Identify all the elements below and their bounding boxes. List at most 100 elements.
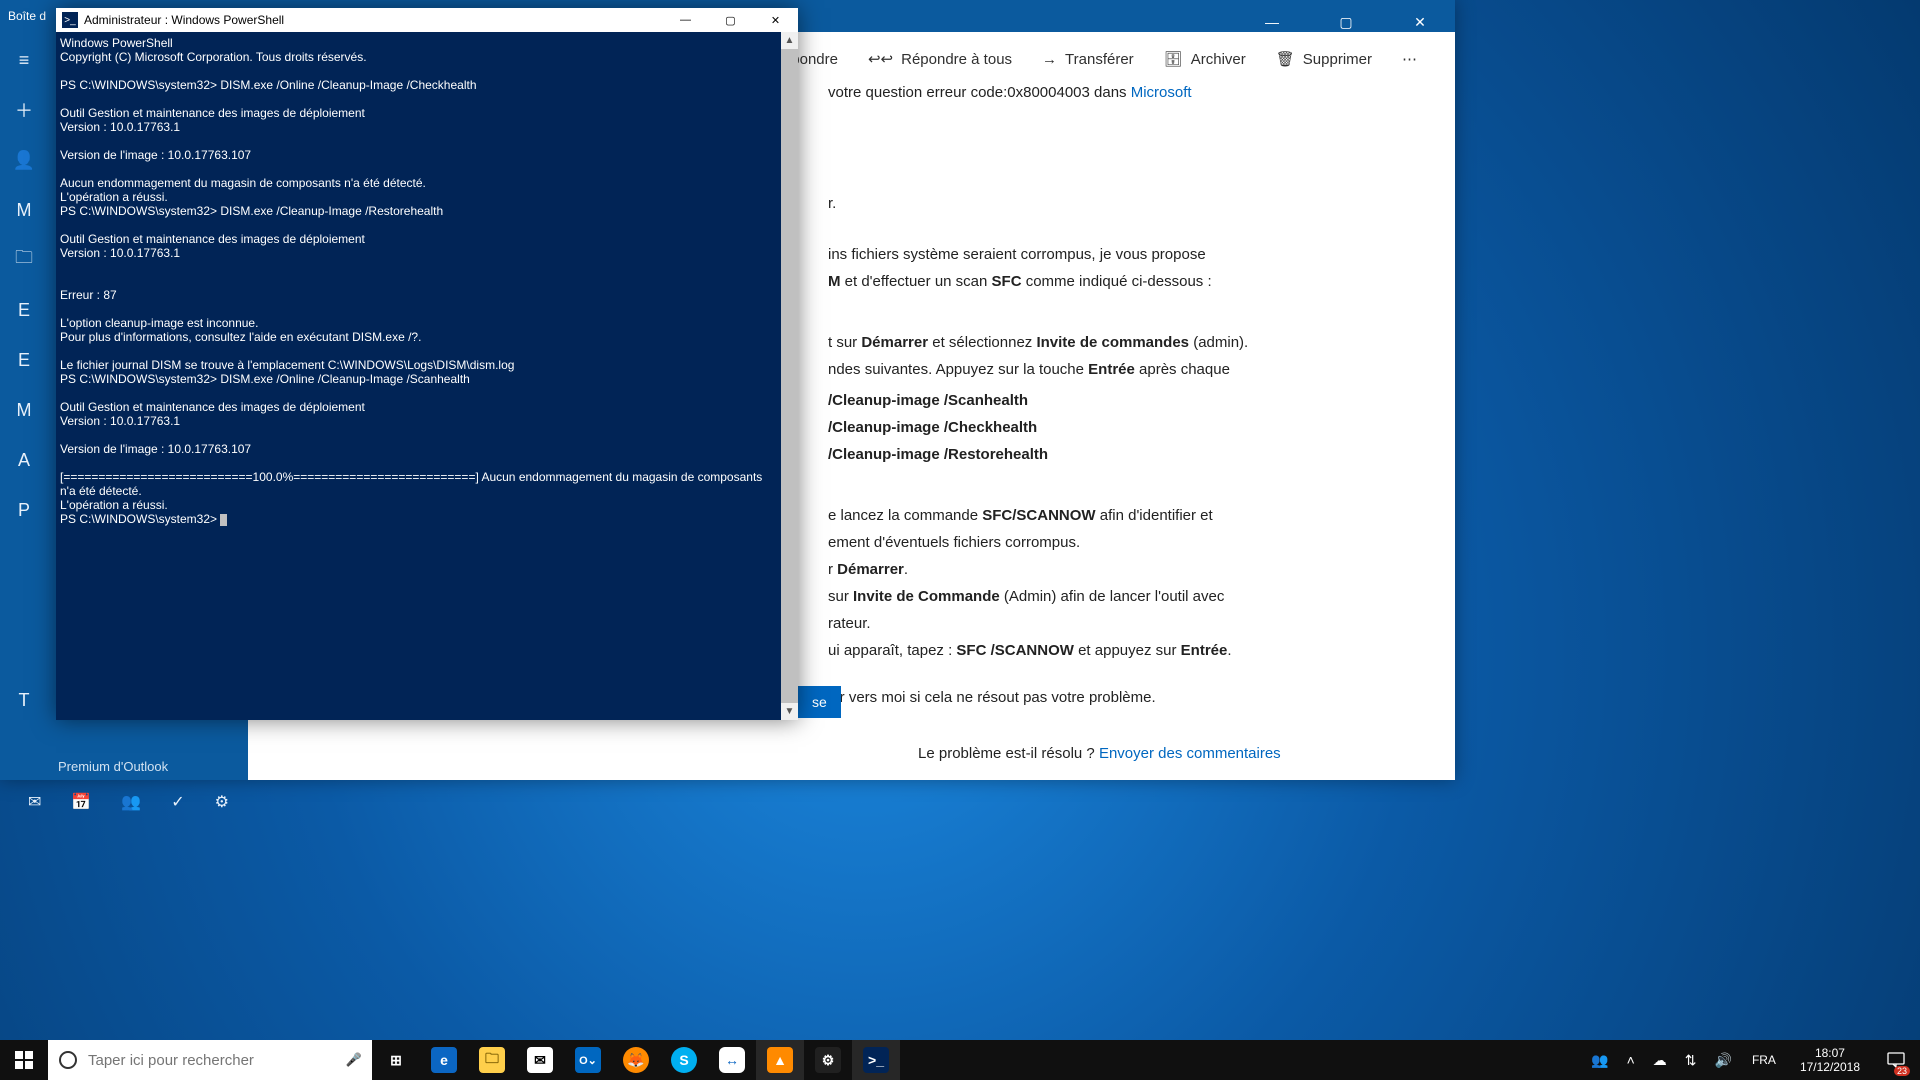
vlc-button[interactable]: ▲ xyxy=(756,1040,804,1080)
ps-close-button[interactable]: ✕ xyxy=(753,8,798,32)
ps-minimize-button[interactable]: — xyxy=(663,8,708,32)
account-icon[interactable]: 👤 xyxy=(4,146,44,174)
reply-all-button[interactable]: ↩↩ Répondre à tous xyxy=(868,50,1012,68)
text: t sur Démarrer et sélectionnez Invite de… xyxy=(828,332,1425,353)
send-feedback-link[interactable]: Envoyer des commentaires xyxy=(1099,745,1281,762)
text: et appuyez sur xyxy=(1074,642,1181,659)
powershell-titlebar[interactable]: >_ Administrateur : Windows PowerShell —… xyxy=(56,8,798,32)
rail-letter[interactable]: A xyxy=(4,446,44,474)
reply-all-label: Répondre à tous xyxy=(901,51,1012,68)
tray-overflow-icon[interactable]: ˄ xyxy=(1623,1052,1639,1068)
settings-button[interactable]: ⚙ xyxy=(804,1040,852,1080)
delete-button[interactable]: 🗑Supprimer xyxy=(1276,50,1372,68)
more-button[interactable]: ⋯ xyxy=(1402,50,1417,68)
text: Démarrer xyxy=(837,561,904,578)
edge-button[interactable]: e xyxy=(420,1040,468,1080)
explorer-button[interactable]: 🗀 xyxy=(468,1040,516,1080)
settings-icon[interactable]: ⚙ xyxy=(215,792,229,812)
text: ement d'éventuels fichiers corrompus. xyxy=(828,532,1425,553)
text: après chaque xyxy=(1135,361,1230,378)
vlc-icon: ▲ xyxy=(767,1047,793,1073)
powershell-icon: >_ xyxy=(62,12,78,28)
text: r. xyxy=(828,193,1425,214)
text: (admin). xyxy=(1189,334,1248,351)
folder-icon[interactable]: 🗀 xyxy=(4,246,44,274)
search-box[interactable]: 🎤 xyxy=(48,1040,372,1080)
search-input[interactable] xyxy=(88,1040,336,1080)
explorer-icon: 🗀 xyxy=(479,1047,505,1073)
archive-button[interactable]: 🗄 Archiver xyxy=(1164,50,1246,68)
task-view-button[interactable]: ⊞ xyxy=(372,1040,420,1080)
text: se xyxy=(812,694,827,710)
forward-button[interactable]: →Transférer xyxy=(1042,51,1134,68)
text: afin d'identifier et xyxy=(1096,507,1213,524)
gear-icon: ⚙ xyxy=(815,1047,841,1073)
premium-link[interactable]: Premium d'Outlook xyxy=(58,759,168,774)
menu-icon[interactable]: ≡ xyxy=(4,46,44,74)
rail-letter[interactable]: E xyxy=(4,296,44,324)
vertical-scrollbar[interactable]: ▲ ▼ xyxy=(781,32,798,720)
mic-icon[interactable]: 🎤 xyxy=(336,1052,372,1068)
text: /Cleanup-image /Checkhealth xyxy=(828,417,1425,438)
terminal-output[interactable]: Windows PowerShell Copyright (C) Microso… xyxy=(56,32,781,720)
onedrive-icon[interactable]: ☁ xyxy=(1649,1052,1671,1069)
scroll-down-button[interactable]: ▼ xyxy=(781,703,798,720)
text: ui apparaît, tapez : SFC /SCANNOW et app… xyxy=(828,640,1425,661)
terminal-wrap: Windows PowerShell Copyright (C) Microso… xyxy=(56,32,798,720)
firefox-button[interactable]: 🦊 xyxy=(612,1040,660,1080)
text: sur Invite de Commande (Admin) afin de l… xyxy=(828,586,1425,607)
outlook-icon: O⌄ xyxy=(575,1047,601,1073)
rail-letter[interactable]: M xyxy=(4,196,44,224)
teamviewer-icon: ↔ xyxy=(719,1047,745,1073)
mail-button[interactable]: ✉ xyxy=(516,1040,564,1080)
taskbar-apps: ⊞ e 🗀 ✉ O⌄ 🦊 S ↔ ▲ ⚙ >_ xyxy=(372,1040,900,1080)
powershell-button[interactable]: >_ xyxy=(852,1040,900,1080)
text: /Cleanup-image /Checkhealth xyxy=(828,419,1037,436)
language-indicator[interactable]: FRA xyxy=(1746,1053,1782,1067)
teamviewer-button[interactable]: ↔ xyxy=(708,1040,756,1080)
people-tray-icon[interactable]: 👥 xyxy=(1587,1052,1612,1069)
compose-button[interactable]: ＋ xyxy=(4,96,44,124)
dism-cmd-list: /Cleanup-image /Scanhealth /Cleanup-imag… xyxy=(828,390,1425,465)
archive-icon: 🗄 xyxy=(1164,50,1183,68)
microsoft-link[interactable]: Microsoft xyxy=(1131,84,1192,101)
scroll-thumb[interactable] xyxy=(781,49,798,703)
cortana-icon[interactable] xyxy=(48,1051,88,1069)
network-icon[interactable]: ⇅ xyxy=(1681,1052,1701,1069)
text: M xyxy=(828,273,841,290)
scroll-up-button[interactable]: ▲ xyxy=(781,32,798,49)
text: ui apparaît, tapez : xyxy=(828,642,956,659)
task-view-icon: ⊞ xyxy=(383,1047,409,1073)
start-button[interactable] xyxy=(0,1040,48,1080)
ps-maximize-button[interactable]: ▢ xyxy=(708,8,753,32)
system-tray: 👥 ˄ ☁ ⇅ 🔊 FRA 18:07 17/12/2018 23 xyxy=(1587,1040,1920,1080)
mail-rail: ≡ ＋ 👤 M 🗀 E E M A P T xyxy=(0,32,48,780)
reply-all-icon: ↩↩ xyxy=(868,50,893,68)
more-icon: ⋯ xyxy=(1402,50,1417,68)
archive-label: Archiver xyxy=(1191,51,1246,68)
people-icon[interactable]: 👥 xyxy=(121,792,141,812)
rail-letter[interactable]: P xyxy=(4,496,44,524)
todo-icon[interactable]: ✓ xyxy=(171,792,184,812)
outlook-button[interactable]: O⌄ xyxy=(564,1040,612,1080)
rail-letter[interactable]: T xyxy=(4,686,44,714)
mail-icon[interactable]: ✉ xyxy=(28,792,41,812)
powershell-window: >_ Administrateur : Windows PowerShell —… xyxy=(56,8,798,720)
text: nir vers moi si cela ne résout pas votre… xyxy=(828,687,1425,708)
text: /Cleanup-image /Scanhealth xyxy=(828,390,1425,411)
mail-footer xyxy=(16,736,32,780)
text: Démarrer xyxy=(861,334,928,351)
volume-icon[interactable]: 🔊 xyxy=(1711,1052,1736,1069)
text: Entrée xyxy=(1181,642,1228,659)
rail-letter[interactable]: M xyxy=(4,396,44,424)
text: t sur xyxy=(828,334,861,351)
text: ndes suivantes. Appuyez sur la touche xyxy=(828,361,1088,378)
response-button[interactable]: se xyxy=(798,686,841,718)
action-center-button[interactable]: 23 xyxy=(1878,1040,1914,1080)
skype-button[interactable]: S xyxy=(660,1040,708,1080)
rail-letter[interactable]: E xyxy=(4,346,44,374)
scroll-track[interactable] xyxy=(781,49,798,703)
clock[interactable]: 18:07 17/12/2018 xyxy=(1792,1046,1868,1074)
resolved-line: Le problème est-il résolu ? Envoyer des … xyxy=(918,745,1281,762)
calendar-icon[interactable]: 📅 xyxy=(71,792,91,812)
